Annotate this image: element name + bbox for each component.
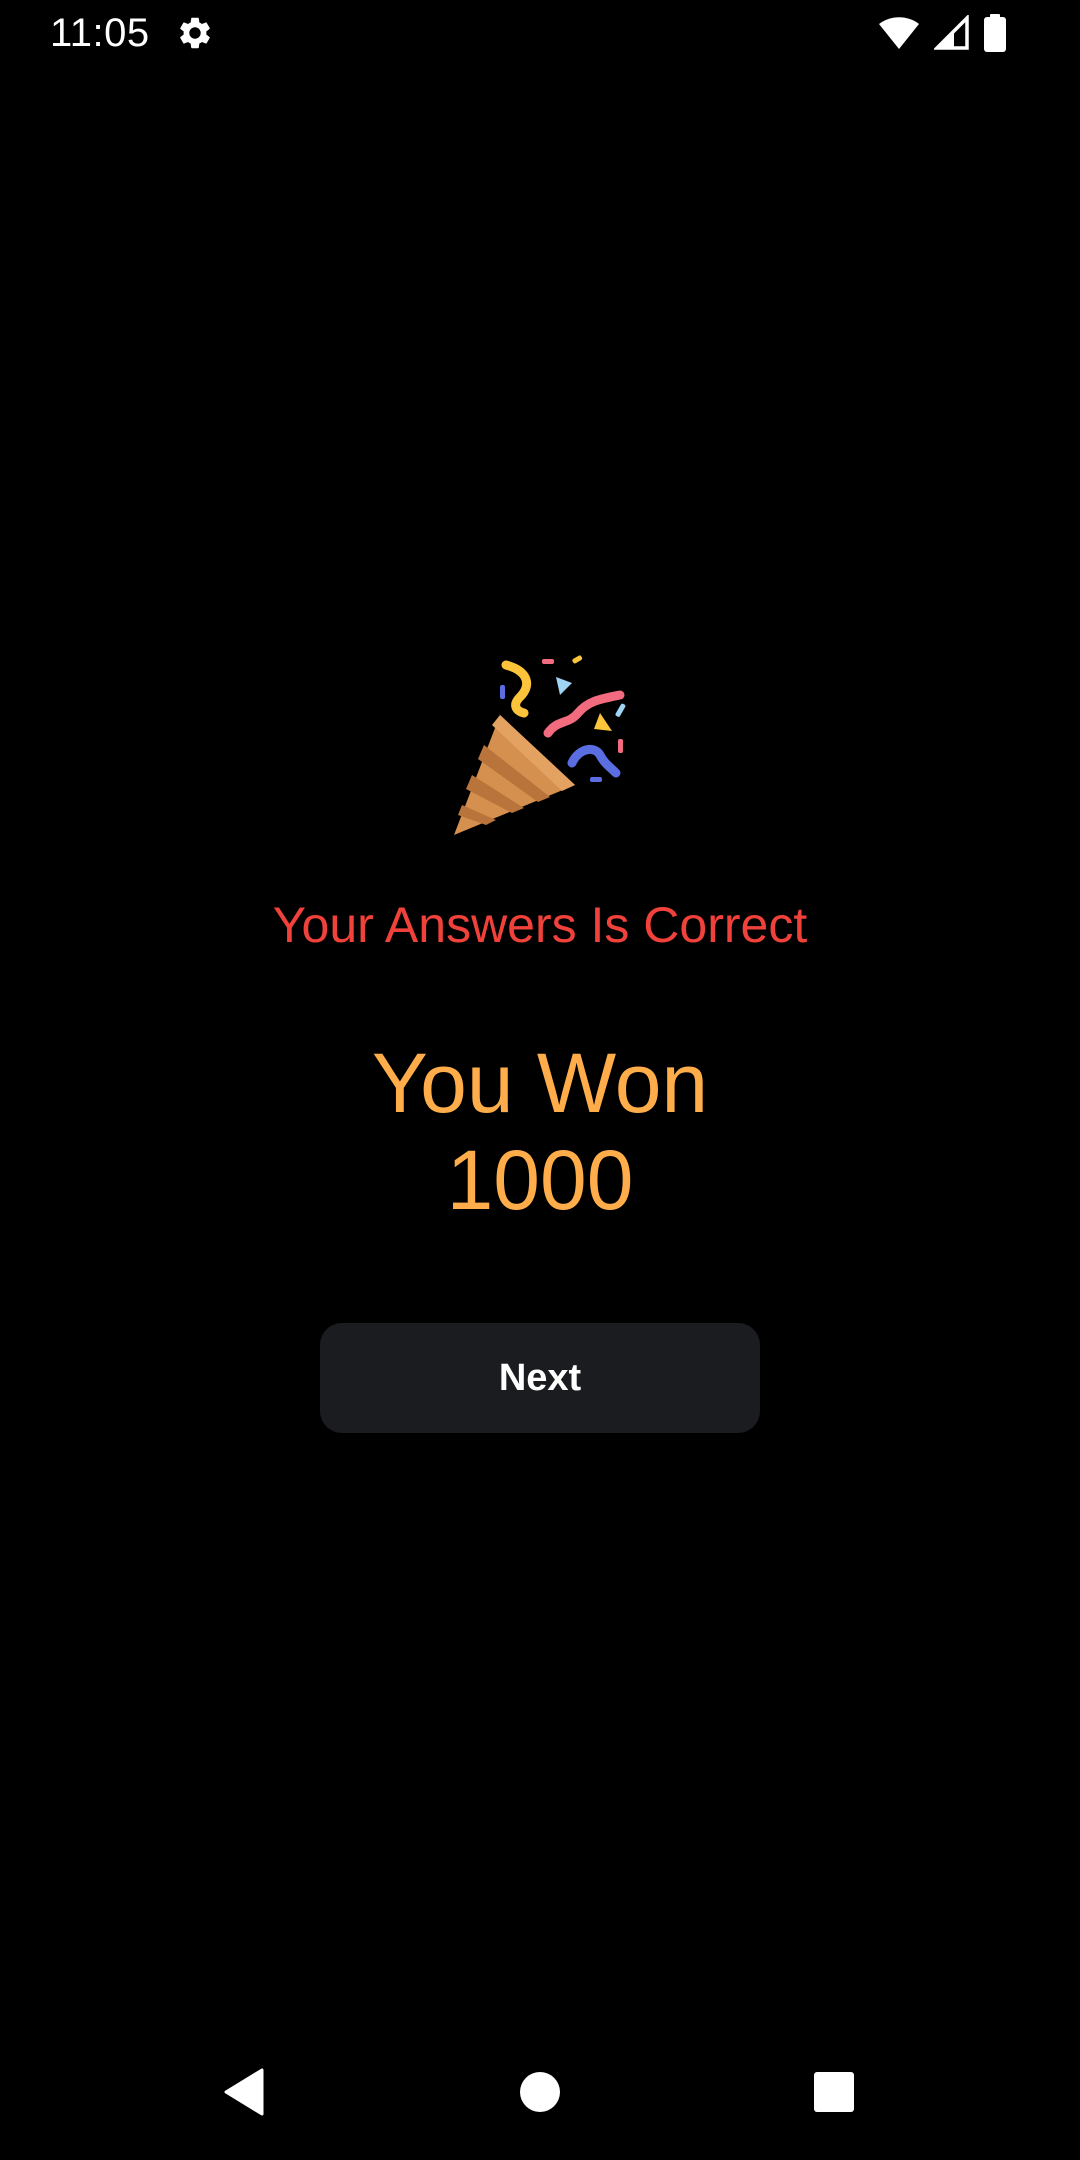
result-message: Your Answers Is Correct: [272, 897, 808, 953]
status-time: 11:05: [50, 11, 150, 55]
status-icons: [878, 14, 1006, 52]
signal-icon: [934, 15, 970, 51]
wifi-icon: [878, 15, 920, 51]
battery-icon: [984, 14, 1006, 52]
recents-button[interactable]: [784, 2040, 884, 2148]
back-icon: [222, 2068, 266, 2121]
back-button[interactable]: [194, 2040, 294, 2148]
won-label: You Won: [371, 1036, 709, 1130]
home-button[interactable]: [490, 2040, 590, 2148]
home-icon: [519, 2071, 561, 2118]
next-button[interactable]: Next: [320, 1323, 760, 1433]
recents-icon: [813, 2071, 855, 2118]
navigation-bar: [0, 2040, 1080, 2148]
status-bar: 11:05: [0, 0, 1080, 66]
gear-icon: [176, 14, 214, 52]
won-amount: 1000: [446, 1133, 634, 1227]
party-popper-icon: [450, 655, 630, 835]
